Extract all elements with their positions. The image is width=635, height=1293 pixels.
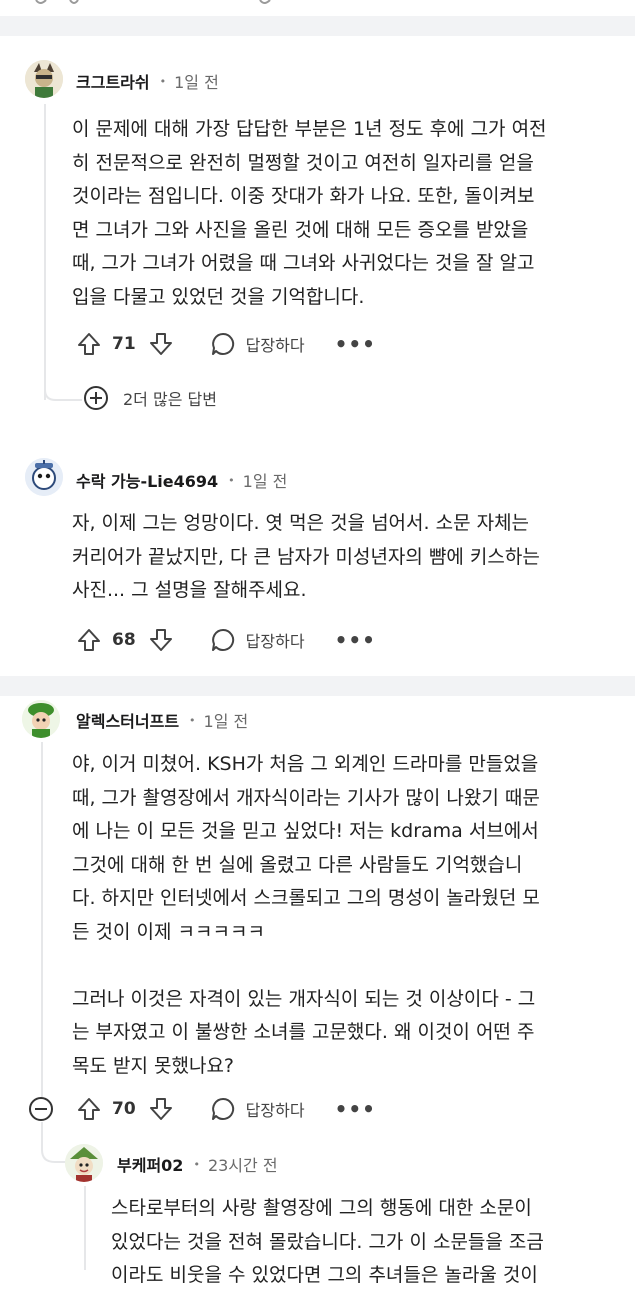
section-separator-top — [0, 16, 635, 36]
timestamp: 1일 전 — [203, 712, 249, 731]
reply-bubble-icon — [211, 1097, 234, 1120]
comment-meta: 크그트라쉬 • 1일 전 — [76, 69, 219, 93]
meta-dot: • — [193, 1157, 200, 1171]
cut-off-actions — [35, 0, 271, 4]
comment-text: 자, 이제 그는 엉망이다. 엿 먹은 것을 넘어서. 소문 자체는 커리어가 … — [72, 512, 540, 601]
thread-elbow — [44, 380, 82, 401]
reply-bubble-icon — [211, 332, 234, 355]
comment-meta: 부케퍼02 • 23시간 전 — [117, 1152, 278, 1176]
comment-meta: 알렉스터너프트 • 1일 전 — [76, 708, 248, 732]
thread-line — [84, 1186, 86, 1270]
downvote-button[interactable] — [148, 627, 174, 653]
reply-label: 답장하다 — [245, 1101, 305, 1120]
timestamp: 1일 전 — [242, 472, 288, 491]
comment-actions: 71 답장하다 ••• — [76, 329, 376, 359]
more-icon[interactable]: ••• — [335, 1099, 376, 1119]
meta-dot: • — [159, 74, 167, 88]
upvote-button[interactable] — [76, 1096, 102, 1122]
comment-text: 야, 이거 미쳤어. KSH가 처음 그 외계인 드라마를 만들었을 때, 그가… — [72, 753, 540, 1077]
reply-button[interactable]: 답장하다 — [210, 1096, 305, 1122]
upvote-icon — [78, 333, 100, 355]
thread-line — [41, 742, 43, 1097]
reply-label: 답장하다 — [245, 336, 305, 355]
reply-button[interactable]: 답장하다 — [210, 331, 305, 357]
more-icon[interactable]: ••• — [335, 334, 376, 354]
comment-text: 이 문제에 대해 가장 답답한 부분은 1년 정도 후에 그가 여전 히 전문적… — [72, 118, 547, 308]
comment-actions: 70 답장하다 ••• — [76, 1094, 376, 1124]
vote-count: 71 — [112, 334, 136, 354]
downvote-button[interactable] — [148, 331, 174, 357]
upvote-button[interactable] — [76, 331, 102, 357]
avatar[interactable] — [65, 1144, 103, 1182]
comment-actions: 68 답장하다 ••• — [76, 625, 376, 655]
reply-label: 답장하다 — [245, 632, 305, 651]
reply-button[interactable]: 답장하다 — [210, 627, 305, 653]
upvote-icon — [78, 629, 100, 651]
username[interactable]: 크그트라쉬 — [76, 69, 150, 93]
meta-dot: • — [189, 713, 196, 727]
downvote-icon — [149, 333, 172, 355]
upvote-button[interactable] — [76, 627, 102, 653]
comment-meta: 수락 가능-Lie4694 • 1일 전 — [76, 468, 287, 492]
plus-circle-icon — [84, 386, 108, 410]
upvote-icon — [78, 1098, 100, 1120]
username[interactable]: 알렉스터너프트 — [76, 708, 179, 732]
timestamp: 1일 전 — [174, 73, 219, 92]
reply-bubble-icon — [211, 628, 234, 651]
avatar[interactable] — [25, 60, 63, 98]
meta-dot: • — [228, 473, 235, 487]
vote-count: 70 — [112, 1099, 136, 1119]
comment-text: 스타로부터의 사랑 촬영장에 그의 행동에 대한 소문이 있었다는 것을 전혀 … — [111, 1197, 544, 1286]
downvote-button[interactable] — [148, 1096, 174, 1122]
username[interactable]: 수락 가능-Lie4694 — [76, 468, 218, 492]
downvote-icon — [149, 629, 172, 651]
avatar[interactable] — [22, 700, 60, 738]
more-icon[interactable]: ••• — [335, 630, 376, 650]
downvote-icon — [149, 1098, 172, 1120]
section-separator — [0, 676, 635, 696]
timestamp: 23시간 전 — [207, 1156, 278, 1175]
thread-line — [44, 104, 46, 400]
username[interactable]: 부케퍼02 — [117, 1152, 183, 1176]
more-replies-button[interactable]: 2더 많은 답변 — [83, 385, 217, 411]
vote-count: 68 — [112, 630, 136, 650]
minus-circle-icon[interactable] — [28, 1096, 54, 1122]
avatar[interactable] — [25, 458, 63, 496]
more-replies-label: 2더 많은 답변 — [123, 390, 217, 409]
